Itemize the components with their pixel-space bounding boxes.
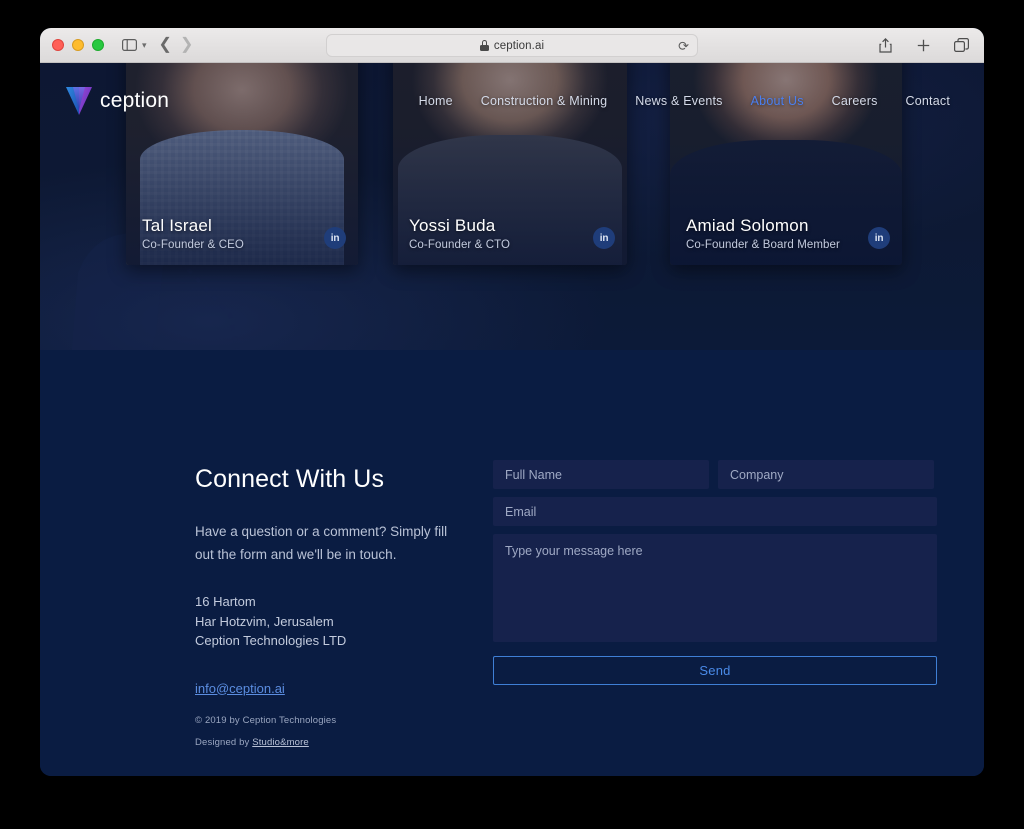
email-link[interactable]: info@ception.ai — [195, 681, 285, 696]
team-member-role: Co-Founder & CTO — [409, 239, 511, 251]
contact-form: Send — [493, 460, 937, 685]
browser-window: ▾ ❮ ❯ ception.ai ⟳ Tal Israel Co-Founder… — [40, 28, 984, 776]
copyright-text: © 2019 by Ception Technologies — [195, 715, 337, 726]
nav-item-contact[interactable]: Contact — [906, 94, 950, 108]
address-line-3: Ception Technologies LTD — [195, 633, 347, 648]
team-member-role: Co-Founder & Board Member — [686, 239, 840, 251]
team-hero-section: Tal Israel Co-Founder & CEO in Yossi Bud… — [40, 63, 984, 350]
contact-blurb: Have a question or a comment? Simply fil… — [195, 524, 448, 562]
tab-overview-icon[interactable] — [950, 34, 972, 56]
team-member-name: Yossi Buda — [409, 216, 496, 236]
address-line-2: Har Hotzvim, Jerusalem — [195, 613, 334, 629]
chevron-down-icon[interactable]: ▾ — [142, 40, 147, 51]
email-input[interactable] — [493, 497, 937, 526]
maximize-window-button[interactable] — [92, 39, 104, 51]
send-button[interactable]: Send — [493, 656, 937, 685]
linkedin-icon[interactable]: in — [868, 227, 890, 249]
nav-item-careers[interactable]: Careers — [832, 94, 878, 108]
reload-icon[interactable]: ⟳ — [678, 39, 689, 52]
nav-item-about-us[interactable]: About Us — [751, 94, 804, 108]
team-member-role: Co-Founder & CEO — [142, 239, 244, 251]
window-controls — [52, 39, 104, 51]
site-nav-links: Home Construction & Mining News & Events… — [419, 94, 950, 108]
team-card-caption: Tal Israel Co-Founder & CEO — [142, 216, 342, 251]
toolbar-actions — [874, 34, 972, 56]
team-member-name: Tal Israel — [142, 216, 213, 236]
lock-icon — [479, 40, 489, 51]
address-line-1: 16 Hartom — [195, 594, 256, 609]
sidebar-toggle-icon[interactable] — [118, 34, 140, 56]
contact-info-column: Connect With Us Have a question or a com… — [195, 465, 480, 698]
nav-item-home[interactable]: Home — [419, 94, 453, 108]
minimize-window-button[interactable] — [72, 39, 84, 51]
plus-icon[interactable] — [912, 34, 934, 56]
designed-by-line: Designed by Studio&more — [195, 732, 336, 754]
contact-section: Connect With Us Have a question or a com… — [40, 350, 984, 776]
address-bar[interactable]: ception.ai ⟳ — [326, 34, 698, 57]
team-member-name: Amiad Solomon — [686, 216, 809, 236]
address-bar-url: ception.ai — [493, 39, 545, 52]
full-name-input[interactable] — [493, 460, 709, 489]
form-row-email — [493, 497, 937, 526]
share-icon[interactable] — [874, 34, 896, 56]
team-card-caption: Amiad Solomon Co-Founder & Board Member — [686, 216, 886, 251]
designer-link[interactable]: Studio&more — [252, 737, 309, 748]
designed-by-prefix: Designed by — [195, 737, 253, 748]
form-row-name-company — [493, 460, 937, 489]
site-logo-text: ception — [100, 89, 170, 112]
forward-arrow-icon[interactable]: ❯ — [180, 37, 193, 53]
nav-item-news-events[interactable]: News & Events — [635, 94, 722, 108]
company-input[interactable] — [718, 460, 934, 489]
linkedin-icon[interactable]: in — [324, 227, 346, 249]
nav-item-construction-mining[interactable]: Construction & Mining — [481, 94, 607, 108]
ception-v-logo-icon — [66, 87, 92, 115]
back-arrow-icon[interactable]: ❮ — [159, 37, 172, 53]
site-logo[interactable]: ception — [65, 86, 169, 116]
team-card-caption: Yossi Buda Co-Founder & CTO — [409, 216, 611, 251]
footer-legal: © 2019 by Ception Technologies Designed … — [195, 710, 336, 754]
close-window-button[interactable] — [52, 39, 64, 51]
page-viewport: Tal Israel Co-Founder & CEO in Yossi Bud… — [40, 63, 984, 776]
site-navigation-bar: ception Home Construction & Mining News … — [40, 63, 984, 139]
navigation-arrows: ❮ ❯ — [159, 37, 194, 53]
browser-toolbar: ▾ ❮ ❯ ception.ai ⟳ — [40, 28, 984, 63]
linkedin-icon[interactable]: in — [593, 227, 615, 249]
desktop-backdrop: ▾ ❮ ❯ ception.ai ⟳ Tal Israel Co-Founder… — [0, 0, 1024, 829]
contact-heading: Connect With Us — [195, 465, 385, 493]
message-textarea[interactable] — [493, 534, 937, 642]
